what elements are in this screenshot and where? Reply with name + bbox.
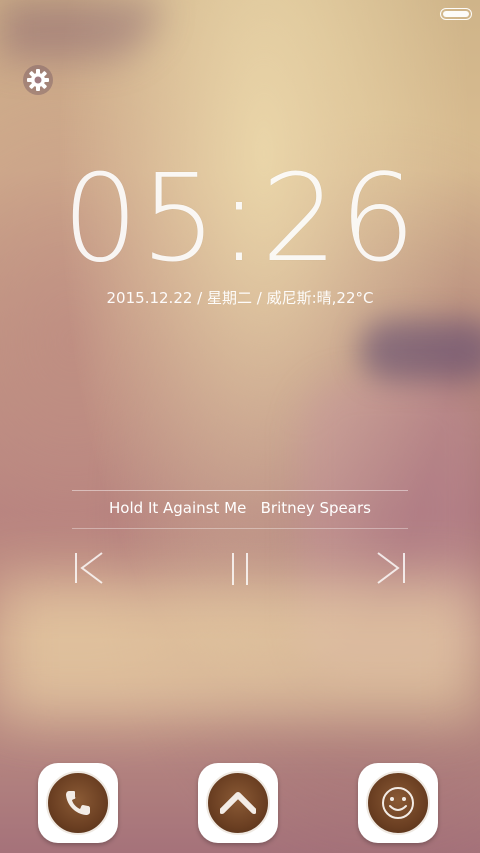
track-info: Hold It Against Me Britney Spears	[109, 499, 371, 517]
smiley-icon	[382, 787, 414, 819]
phone-icon	[66, 791, 90, 815]
gear-icon[interactable]	[22, 64, 54, 96]
clock-time: 05:26	[62, 150, 418, 289]
battery-icon	[440, 8, 472, 20]
phone-button[interactable]	[38, 763, 118, 843]
smile-button[interactable]	[358, 763, 438, 843]
pause-icon[interactable]	[222, 550, 258, 586]
previous-icon[interactable]	[72, 550, 108, 586]
unlock-button[interactable]	[198, 763, 278, 843]
chevron-up-icon	[220, 792, 256, 814]
background-blob	[0, 580, 480, 720]
divider	[72, 490, 408, 491]
divider	[72, 528, 408, 529]
background-blob	[0, 0, 160, 60]
next-icon[interactable]	[372, 550, 408, 586]
background-blob	[360, 320, 480, 380]
date-weather-line: 2015.12.22 / 星期二 / 威尼斯:晴,22°C	[106, 289, 374, 307]
